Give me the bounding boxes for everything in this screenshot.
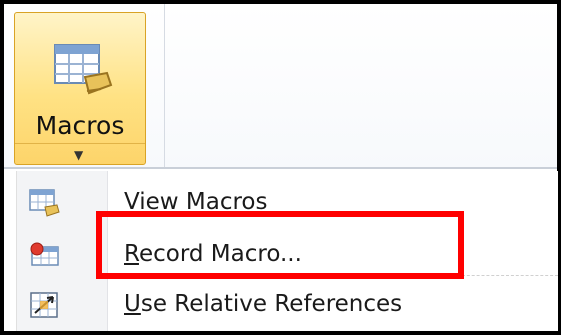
ribbon-group-macros: Macros ▼ — [4, 4, 557, 167]
ribbon-bottom-border — [4, 167, 557, 169]
menu-item-label: Use Relative References — [124, 291, 403, 317]
record-macro-icon — [29, 241, 61, 273]
chevron-down-icon[interactable]: ▼ — [74, 148, 83, 162]
menu-item-use-relative-references[interactable]: Use Relative References — [17, 281, 558, 331]
ribbon-separator — [164, 4, 165, 167]
macros-table-icon — [53, 43, 113, 103]
macros-button-label: Macros — [35, 111, 125, 140]
macros-dropdown-menu: View Macros Record Macro... Use Relative… — [16, 171, 558, 331]
menu-item-view-macros[interactable]: View Macros — [17, 179, 558, 229]
macros-button[interactable]: Macros ▼ — [14, 12, 146, 165]
menu-item-label: Record Macro... — [124, 241, 302, 267]
screenshot-frame: Macros ▼ View Macros Record Macro... Use… — [0, 0, 561, 335]
split-divider — [15, 143, 145, 144]
relative-references-icon — [29, 291, 61, 323]
menu-separator — [457, 275, 558, 276]
menu-item-label: View Macros — [124, 189, 268, 215]
menu-item-record-macro[interactable]: Record Macro... — [17, 231, 558, 281]
view-macros-icon — [29, 189, 61, 221]
